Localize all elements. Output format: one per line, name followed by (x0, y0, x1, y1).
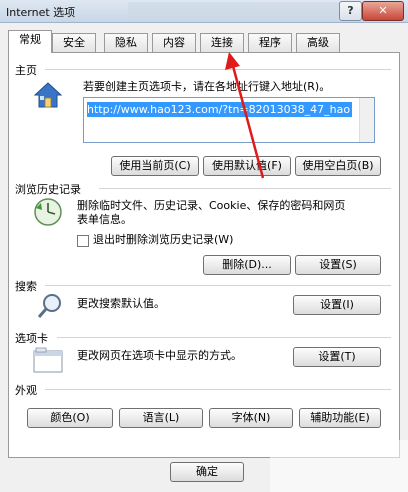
background-window-title (128, 2, 348, 18)
tab-connections[interactable]: 连接 (200, 33, 244, 52)
colors-button[interactable]: 颜色(O) (27, 408, 113, 428)
divider (99, 188, 391, 189)
tabs-settings-button[interactable]: 设置(T) (293, 347, 381, 367)
search-description: 更改搜索默认值。 (77, 297, 165, 310)
history-clock-icon (33, 197, 63, 230)
title-bar: Internet 选项 ? ✕ (0, 0, 408, 23)
general-tab-panel: 主页 若要创建主页选项卡，请在各地址行键入地址(R)。 http://www.h… (8, 52, 400, 458)
home-section-title: 主页 (15, 64, 37, 77)
history-description-line2: 表单信息。 (77, 213, 132, 226)
url-field-scrollbar[interactable] (359, 98, 374, 142)
history-settings-button[interactable]: 设置(S) (295, 255, 381, 275)
delete-history-button[interactable]: 删除(D)... (203, 255, 291, 275)
tab-content[interactable]: 内容 (152, 33, 196, 52)
home-icon (33, 81, 63, 112)
watermark-overlay (270, 440, 408, 492)
delete-on-exit-checkbox[interactable] (77, 235, 89, 247)
divider (45, 69, 391, 70)
history-description-line1: 删除临时文件、历史记录、Cookie、保存的密码和网页 (77, 199, 346, 212)
use-blank-button[interactable]: 使用空白页(B) (295, 156, 381, 176)
close-button[interactable]: ✕ (362, 1, 404, 21)
tab-advanced[interactable]: 高级 (296, 33, 340, 52)
search-magnifier-icon (37, 293, 63, 322)
tabs-section-title: 选项卡 (15, 332, 48, 345)
window-title: Internet 选项 (6, 6, 76, 19)
fonts-button[interactable]: 字体(N) (209, 408, 293, 428)
tabs-window-icon (33, 347, 63, 376)
ok-button[interactable]: 确定 (170, 462, 244, 482)
tabs-description: 更改网页在选项卡中显示的方式。 (77, 349, 242, 362)
use-current-button[interactable]: 使用当前页(C) (111, 156, 199, 176)
search-settings-button[interactable]: 设置(I) (293, 295, 381, 315)
delete-on-exit-label: 退出时删除浏览历史记录(W) (93, 233, 234, 246)
search-section-title: 搜索 (15, 280, 37, 293)
tab-privacy[interactable]: 隐私 (104, 33, 148, 52)
divider (57, 337, 391, 338)
home-page-url-field[interactable]: http://www.hao123.com/?tn=82013038_47_ha… (83, 97, 375, 143)
home-description: 若要创建主页选项卡，请在各地址行键入地址(R)。 (83, 80, 331, 93)
use-default-button[interactable]: 使用默认值(F) (203, 156, 291, 176)
home-page-url-text: http://www.hao123.com/?tn=82013038_47_ha… (87, 102, 352, 117)
tab-security[interactable]: 安全 (52, 33, 96, 52)
appearance-section-title: 外观 (15, 384, 37, 397)
divider (45, 285, 391, 286)
languages-button[interactable]: 语言(L) (119, 408, 203, 428)
tab-general[interactable]: 常规 (8, 30, 52, 53)
help-button[interactable]: ? (339, 1, 362, 21)
divider (45, 389, 391, 390)
accessibility-button[interactable]: 辅助功能(E) (299, 408, 381, 428)
tab-programs[interactable]: 程序 (248, 33, 292, 52)
history-section-title: 浏览历史记录 (15, 183, 81, 196)
